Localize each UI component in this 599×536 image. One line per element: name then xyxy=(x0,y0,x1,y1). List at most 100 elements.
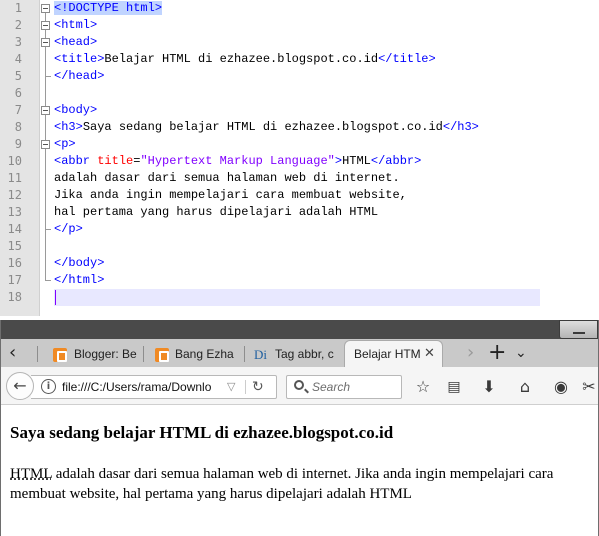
code-text[interactable]: <body> xyxy=(54,102,97,119)
fold-empty xyxy=(41,289,53,306)
code-lines: 1 <!DOCTYPE html> 2 <html> 3 <head> 4 <title>Be… xyxy=(0,0,599,306)
line-number: 3 xyxy=(14,35,22,49)
fold-guide xyxy=(41,255,53,272)
line-number: 1 xyxy=(14,1,22,15)
code-text[interactable]: <title>Belajar HTML di ezhazee.blogspot.… xyxy=(54,51,436,68)
code-token-tag: </abbr> xyxy=(370,154,422,168)
fold-minus-icon[interactable] xyxy=(41,17,53,34)
tab-scroll-left-icon[interactable]: ‹ xyxy=(9,339,16,367)
code-line[interactable]: 17 </html> xyxy=(0,272,599,289)
tab-tag-abbr[interactable]: Di Tag abbr, c xyxy=(251,342,341,367)
code-text[interactable]: <!DOCTYPE html> xyxy=(54,0,163,17)
new-tab-icon[interactable]: + xyxy=(488,339,506,367)
abbr-html[interactable]: HTML xyxy=(10,466,52,482)
info-icon[interactable]: i xyxy=(41,379,56,394)
code-editor[interactable]: 1 <!DOCTYPE html> 2 <html> 3 <head> 4 <title>Be… xyxy=(0,0,599,316)
code-token-tag: </h3> xyxy=(442,120,479,134)
fold-minus-icon[interactable] xyxy=(41,34,53,51)
text-caret xyxy=(55,290,56,305)
line-number: 7 xyxy=(14,103,22,117)
code-text[interactable]: </body> xyxy=(54,255,104,272)
code-text[interactable]: <abbr title="Hypertext Markup Language">… xyxy=(54,153,421,170)
code-token-text: Jika anda ingin mempelajari cara membuat… xyxy=(54,188,407,202)
code-line[interactable]: 14 </p> xyxy=(0,221,599,238)
code-token-tag: </title> xyxy=(378,52,436,66)
search-placeholder: Search xyxy=(312,380,351,394)
tab-active[interactable]: Belajar HTM ✕ xyxy=(344,340,443,367)
code-text[interactable] xyxy=(54,289,540,306)
code-line[interactable]: 3 <head> xyxy=(0,34,599,51)
tab-strip: ‹ Blogger: Be Bang Ezha Di Tag abbr, c B… xyxy=(1,339,598,367)
download-icon[interactable]: ⬇ xyxy=(478,376,500,398)
url-bar[interactable]: i file:///C:/Users/rama/Downlo ▽ ↻ xyxy=(31,375,277,399)
page-heading: Saya sedang belajar HTML di ezhazee.blog… xyxy=(10,423,394,442)
home-icon[interactable]: ⌂ xyxy=(514,376,536,398)
search-bar[interactable]: Search xyxy=(286,375,402,399)
tab-label: Belajar HTM xyxy=(354,347,421,361)
code-text[interactable]: <p> xyxy=(54,136,76,153)
code-text[interactable]: </html> xyxy=(54,272,104,289)
back-button[interactable]: ← xyxy=(6,372,34,400)
minimize-button[interactable] xyxy=(559,320,598,339)
tab-label: Tag abbr, c xyxy=(275,347,334,361)
tools-icon[interactable]: ✂ xyxy=(581,376,597,398)
code-line[interactable]: 10 <abbr title="Hypertext Markup Language… xyxy=(0,153,599,170)
blogger-icon xyxy=(155,348,169,362)
line-number: 18 xyxy=(7,290,22,304)
code-line[interactable]: 16 </body> xyxy=(0,255,599,272)
tab-bang-ezha[interactable]: Bang Ezha xyxy=(149,342,241,367)
close-icon[interactable]: ✕ xyxy=(424,341,435,367)
code-line[interactable]: 12 Jika anda ingin mempelajari cara membu… xyxy=(0,187,599,204)
code-line[interactable]: 1 <!DOCTYPE html> xyxy=(0,0,599,17)
reading-list-icon[interactable]: ▤ xyxy=(443,376,465,398)
code-line[interactable]: 5 </head> xyxy=(0,68,599,85)
code-token-tag: <p> xyxy=(54,137,76,151)
reload-icon[interactable]: ↻ xyxy=(252,376,264,398)
line-number: 12 xyxy=(7,188,22,202)
code-line[interactable]: 2 <html> xyxy=(0,17,599,34)
line-number: 11 xyxy=(7,171,22,185)
code-text[interactable]: <h3>Saya sedang belajar HTML di ezhazee.… xyxy=(54,119,479,136)
line-number: 4 xyxy=(14,52,22,66)
code-text[interactable]: adalah dasar dari semua halaman web di i… xyxy=(54,170,400,187)
code-text[interactable]: </head> xyxy=(54,68,104,85)
line-number: 15 xyxy=(7,239,22,253)
code-line[interactable]: 11 adalah dasar dari semua halaman web di… xyxy=(0,170,599,187)
code-text[interactable]: Jika anda ingin mempelajari cara membuat… xyxy=(54,187,407,204)
code-line[interactable]: 7 <body> xyxy=(0,102,599,119)
code-line[interactable]: 9 <p> xyxy=(0,136,599,153)
code-token-tag: <html> xyxy=(54,18,98,32)
tab-blogger[interactable]: Blogger: Be xyxy=(45,342,141,367)
line-number: 14 xyxy=(7,222,22,236)
line-number: 10 xyxy=(7,154,22,168)
fold-minus-icon[interactable] xyxy=(41,0,53,17)
code-text[interactable]: </p> xyxy=(54,221,83,238)
url-divider xyxy=(245,380,246,394)
code-line[interactable]: 13 hal pertama yang harus dipelajari adal… xyxy=(0,204,599,221)
chevron-down-icon[interactable]: ⌄ xyxy=(515,339,527,367)
code-token-attr: title xyxy=(97,154,134,168)
code-line[interactable]: 6 xyxy=(0,85,599,102)
browser-window: ‹ Blogger: Be Bang Ezha Di Tag abbr, c B… xyxy=(0,320,599,536)
code-token-tag: <abbr xyxy=(54,154,98,168)
tab-scroll-right-icon[interactable]: › xyxy=(467,339,474,367)
nav-bar: i file:///C:/Users/rama/Downlo ▽ ↻ ← Sea… xyxy=(1,367,598,405)
tab-label: Bang Ezha xyxy=(175,347,234,361)
code-text[interactable]: <html> xyxy=(54,17,97,34)
fold-minus-icon[interactable] xyxy=(41,136,53,153)
code-line[interactable]: 4 <title>Belajar HTML di ezhazee.blogspot… xyxy=(0,51,599,68)
code-text[interactable]: <head> xyxy=(54,34,97,51)
code-text[interactable]: hal pertama yang harus dipelajari adalah… xyxy=(54,204,378,221)
code-line[interactable]: 18 xyxy=(0,289,599,306)
code-token-text: Saya sedang belajar HTML di ezhazee.blog… xyxy=(82,120,443,134)
code-token-tag: <title> xyxy=(54,52,105,66)
pocket-icon[interactable]: ◉ xyxy=(550,376,572,398)
code-line[interactable]: 8 <h3>Saya sedang belajar HTML di ezhazee… xyxy=(0,119,599,136)
url-text[interactable]: file:///C:/Users/rama/Downlo xyxy=(62,376,222,398)
code-line[interactable]: 15 xyxy=(0,238,599,255)
bookmark-star-icon[interactable]: ☆ xyxy=(412,376,434,398)
dropdown-icon[interactable]: ▽ xyxy=(227,376,235,398)
code-token-tag: </body> xyxy=(54,256,105,270)
code-token-val: "Hypertext Markup Language" xyxy=(140,154,335,168)
fold-minus-icon[interactable] xyxy=(41,102,53,119)
